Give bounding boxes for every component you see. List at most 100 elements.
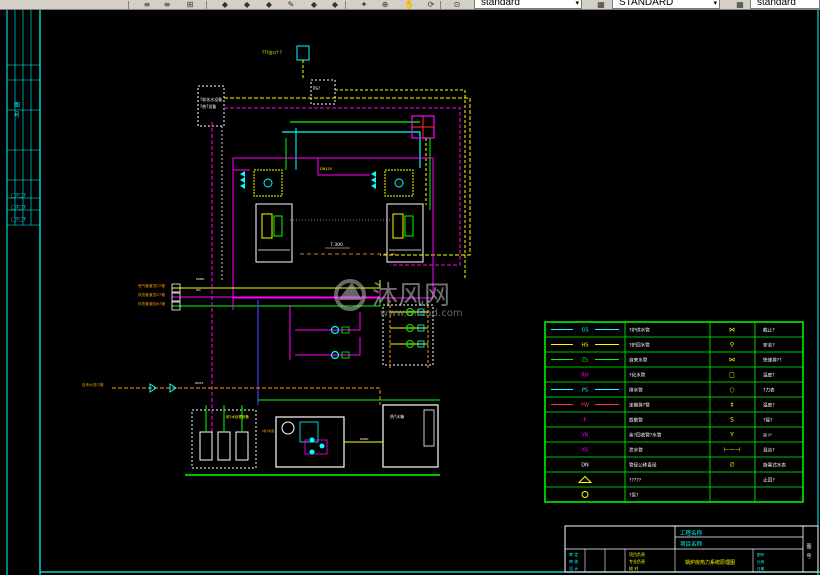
- inlet-label: 供热管道回水?管: [138, 301, 165, 306]
- legend-desc: 自来水管: [629, 357, 648, 364]
- dim-style-icon[interactable]: ⊞: [183, 0, 197, 9]
- legend-desc: 排水管: [629, 387, 643, 394]
- ps-box-label: PS?: [313, 86, 320, 91]
- legend-desc: 余?回收管?水管: [629, 432, 662, 439]
- dosing-pump: [319, 443, 325, 449]
- pan-icon[interactable]: ✋: [402, 0, 416, 9]
- lineweight-icon[interactable]: ◆: [328, 0, 342, 9]
- boiler-right-tubes: [404, 215, 414, 237]
- combo-value: standard: [481, 0, 520, 8]
- signature-cell: 校 对: [629, 565, 638, 571]
- legend-code: YR: [581, 433, 589, 439]
- text-style-edit-icon[interactable]: ≡: [160, 0, 174, 9]
- legend-code: XS: [582, 448, 589, 454]
- layer-icon[interactable]: ◆: [218, 0, 232, 9]
- boiler-left-chamber: [261, 213, 273, 239]
- dn-label: DN32: [195, 381, 203, 385]
- dim-style-select[interactable]: STANDARD ▾: [612, 0, 720, 9]
- signature-cell: 审 核: [569, 558, 578, 564]
- legend-desc: 泄水管: [629, 447, 643, 454]
- legend-code: PW: [581, 403, 589, 409]
- tank-label: 热?水箱: [390, 413, 404, 419]
- item-name-label: 项目名称: [680, 540, 703, 548]
- legend-desc: ?泵?: [629, 493, 639, 499]
- softener-label: ?软化水设备: [200, 96, 222, 102]
- legend-symbol-desc: 安全?: [763, 342, 775, 349]
- regen-icon[interactable]: ⟳: [424, 0, 438, 9]
- legend-symbol-desc: ?力表: [763, 387, 775, 394]
- inlet-label: 燃气管道进口?管: [138, 283, 165, 288]
- legend-code: PS: [582, 388, 588, 394]
- match-prop-icon[interactable]: ✎: [284, 0, 298, 9]
- frame-mark: 号: [14, 112, 20, 119]
- dn-label: DN125: [320, 167, 332, 171]
- pump-mid-2-pipe: [295, 337, 361, 356]
- toolbar-separator: [206, 1, 207, 9]
- sheet-mark: 号: [806, 554, 811, 560]
- legend-desc: 管径公称直径: [629, 462, 657, 469]
- text-style-icon[interactable]: ≡: [140, 0, 154, 9]
- softener-tank: [235, 431, 249, 461]
- project-name-label: 工程名称: [680, 529, 703, 537]
- drawing-title: 锅炉房热力系统原理图: [685, 559, 735, 566]
- drawing-meta-label: 比例: [757, 559, 765, 564]
- legend-symbol: ∅: [729, 462, 734, 469]
- legend-symbol-desc: 旋塞式水表: [763, 462, 786, 469]
- zoom-icon[interactable]: ⊕: [378, 0, 392, 9]
- treatment-unit: [299, 421, 319, 443]
- legend-symbol-desc: 快速排??: [763, 357, 782, 364]
- boiler-left-valve: [240, 177, 245, 183]
- legend-desc: ?炉供水管: [629, 327, 650, 334]
- legend-symbol: □: [729, 372, 735, 379]
- frame-mark: □?□?: [11, 217, 26, 223]
- signature-cell: 审 定: [569, 551, 578, 557]
- softener-tank: [199, 431, 213, 461]
- layer-state-icon[interactable]: ◆: [262, 0, 276, 9]
- legend-symbol-desc: 截止?: [763, 327, 775, 334]
- chevron-down-icon[interactable]: ▾: [713, 0, 717, 7]
- chevron-down-icon[interactable]: ▾: [575, 0, 579, 7]
- toolbar-separator: [440, 1, 441, 9]
- legend-symbol-desc: 温度?: [763, 372, 775, 379]
- signature-cell: 专业负责: [629, 558, 645, 564]
- legend-desc: 放散管: [629, 417, 643, 424]
- boiler-left-tubes: [273, 215, 283, 237]
- signature-cell: 项目负责: [629, 551, 645, 557]
- plot-icon[interactable]: ✦: [357, 0, 371, 9]
- text-style-select[interactable]: standard ▾: [474, 0, 582, 9]
- table-style-icon[interactable]: ▦: [733, 0, 747, 9]
- legend-desc: 定期排?管: [629, 402, 650, 409]
- legend-symbol: ○: [729, 387, 734, 394]
- boiler-left-valve: [240, 183, 245, 189]
- boiler-right-valve: [371, 171, 376, 177]
- inlet-label: 供热管道进口?管: [138, 292, 165, 297]
- dim-style-icon[interactable]: ▦: [594, 0, 608, 9]
- tank-gauge: [423, 409, 435, 447]
- legend-desc: ?化水管: [629, 372, 646, 379]
- sheet-mark: 图: [806, 544, 811, 550]
- tank-label: P软?机组: [262, 428, 274, 433]
- signature-cell: 设 计: [569, 565, 578, 571]
- frame-mark: □?□?: [11, 205, 26, 211]
- elevation-label: 7.300: [330, 242, 343, 248]
- water-inlet-label: 自来水进口管: [82, 382, 104, 387]
- cad-drawing-canvas: 图号□?□?□?□?□?□????出口? ?PS??软化水设备?热?设备DN12…: [6, 10, 820, 575]
- linetype-icon[interactable]: ◆: [307, 0, 321, 9]
- layer-prev-icon[interactable]: ◆: [240, 0, 254, 9]
- table-style-select[interactable]: standard: [750, 0, 820, 9]
- softener-tank: [217, 431, 231, 461]
- frame-mark: □?□?: [11, 193, 26, 199]
- legend-pump-icon: [577, 475, 593, 483]
- combo-value: standard: [757, 0, 796, 8]
- boiler-left-fan: [263, 178, 273, 188]
- boiler-right-chamber: [392, 213, 404, 239]
- properties-icon[interactable]: ⊙: [450, 0, 464, 9]
- legend-code: DN: [581, 463, 589, 469]
- watermark-url: www.mfcad.com: [380, 308, 463, 319]
- cad-toolbar: ≡ ≡ ⊞ ◆ ◆ ◆ ✎ ◆ ◆ ✦ ⊕ ✋ ⟳ ⊙ ▦ ▦ standard ▾ STANDARD ▾ standa…: [0, 0, 820, 10]
- legend-code: HS: [582, 343, 589, 349]
- frame-mark: 图: [14, 102, 20, 109]
- legend-symbol-desc: 混合?: [763, 447, 775, 454]
- dosing-pump: [309, 437, 315, 443]
- legend-desc: ?炉回水管: [629, 342, 650, 349]
